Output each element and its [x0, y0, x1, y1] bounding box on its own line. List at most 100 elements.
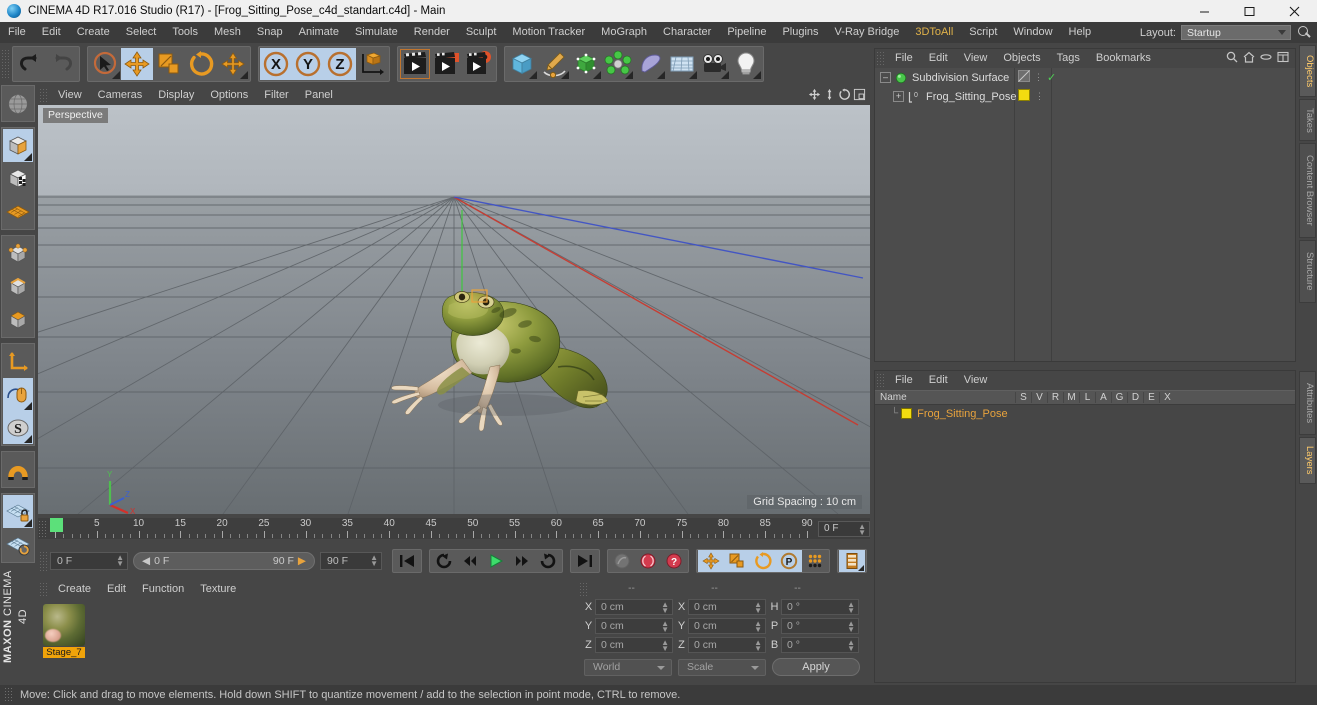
render-view-button[interactable] — [399, 48, 431, 80]
next-key-button[interactable] — [535, 550, 561, 572]
step-back-button[interactable] — [457, 550, 483, 572]
move-alt-tool-button[interactable] — [217, 48, 249, 80]
cube-primitive-button[interactable] — [506, 48, 538, 80]
menu-motion-tracker[interactable]: Motion Tracker — [504, 22, 593, 43]
go-to-end-button[interactable] — [572, 550, 598, 572]
render-settings-button[interactable] — [463, 48, 495, 80]
layout-dropdown[interactable]: Startup — [1181, 25, 1291, 40]
menu-character[interactable]: Character — [655, 22, 719, 43]
viewport-menu-cameras[interactable]: Cameras — [90, 86, 151, 105]
range-right-arrow-icon[interactable]: ▶ — [298, 555, 306, 567]
menu-edit[interactable]: Edit — [34, 22, 69, 43]
object-row-frog-sitting-pose[interactable]: + 0 Frog_Sitting_Pose ⋮ — [875, 87, 1295, 106]
menu-mograph[interactable]: MoGraph — [593, 22, 655, 43]
model-mode-button[interactable] — [3, 129, 33, 162]
viewport-menu-view[interactable]: View — [50, 86, 90, 105]
menu-vray-bridge[interactable]: V-Ray Bridge — [827, 22, 908, 43]
rotation-h-field[interactable]: 0 ° ▲ ▼ — [781, 598, 859, 615]
toolbar-grip[interactable] — [1, 49, 10, 79]
display-tag-icon[interactable] — [1018, 70, 1030, 85]
coordinate-system-dropdown[interactable]: World — [584, 658, 672, 676]
points-mode-button[interactable] — [3, 237, 33, 270]
menu-plugins[interactable]: Plugins — [774, 22, 826, 43]
spinner-icon[interactable]: ▲ ▼ — [754, 619, 762, 633]
material-item[interactable]: Stage_7 — [43, 604, 85, 658]
axis-modify-button[interactable] — [3, 345, 33, 378]
size-x-field[interactable]: 0 cm ▲ ▼ — [688, 598, 766, 615]
spinner-icon[interactable]: ▲ ▼ — [370, 554, 378, 568]
new-layout-icon[interactable] — [1277, 51, 1289, 66]
close-button[interactable] — [1272, 0, 1317, 22]
playback-end-frame-field[interactable]: 90 F ▲ ▼ — [320, 552, 382, 570]
spinner-icon[interactable]: ▲ ▼ — [661, 600, 669, 614]
timeline-playhead[interactable] — [50, 518, 63, 532]
menu-3dtoall[interactable]: 3DToAll — [907, 22, 961, 43]
array-generator-button[interactable] — [602, 48, 634, 80]
step-forward-button[interactable] — [509, 550, 535, 572]
size-y-field[interactable]: 0 cm ▲ ▼ — [688, 617, 766, 634]
object-menu-file[interactable]: File — [887, 48, 921, 69]
menu-script[interactable]: Script — [961, 22, 1005, 43]
material-menu-texture[interactable]: Texture — [192, 580, 244, 598]
viewport-grip[interactable] — [39, 87, 48, 104]
spinner-icon[interactable]: ▲ ▼ — [847, 600, 855, 614]
menu-create[interactable]: Create — [69, 22, 118, 43]
scale-key-button[interactable] — [724, 550, 750, 572]
material-manager-grip[interactable] — [39, 581, 48, 597]
coordinate-mode-dropdown[interactable]: Scale — [678, 658, 766, 676]
y-axis-button[interactable]: Y — [292, 48, 324, 80]
viewport-menu-options[interactable]: Options — [202, 86, 256, 105]
playback-current-frame-field[interactable]: 0 F ▲ ▼ — [50, 552, 128, 570]
tab-takes[interactable]: Takes — [1299, 99, 1316, 141]
timeline-grip[interactable] — [38, 519, 46, 538]
spinner-icon[interactable]: ▲ ▼ — [847, 638, 855, 652]
object-menu-bookmarks[interactable]: Bookmarks — [1088, 48, 1159, 69]
maximize-button[interactable] — [1227, 0, 1272, 22]
workplane-mode-button[interactable] — [3, 195, 33, 228]
object-row-subdivision-surface[interactable]: – Subdivision Surface ⋮ ✓ — [875, 68, 1295, 87]
soft-selection-button[interactable]: S — [3, 411, 33, 444]
world-object-axis-button[interactable] — [356, 48, 388, 80]
status-bar-grip[interactable] — [4, 687, 14, 703]
layer-row[interactable]: └ Frog_Sitting_Pose — [875, 405, 1295, 422]
rotation-key-button[interactable] — [750, 550, 776, 572]
menu-simulate[interactable]: Simulate — [347, 22, 406, 43]
rotation-p-field[interactable]: 0 ° ▲ ▼ — [781, 617, 859, 634]
edges-mode-button[interactable] — [3, 270, 33, 303]
tab-layers[interactable]: Layers — [1299, 437, 1316, 484]
record-active-objects-button[interactable] — [609, 550, 635, 572]
layer-menu-file[interactable]: File — [887, 370, 921, 391]
layer-menu-view[interactable]: View — [956, 370, 996, 391]
tab-content-browser[interactable]: Content Browser — [1299, 143, 1316, 238]
viewport-menu-display[interactable]: Display — [150, 86, 202, 105]
object-menu-edit[interactable]: Edit — [921, 48, 956, 69]
expand-toggle-icon[interactable]: + — [893, 91, 904, 102]
position-z-field[interactable]: 0 cm ▲ ▼ — [595, 636, 673, 653]
home-icon[interactable] — [1243, 51, 1255, 66]
undo-button[interactable] — [14, 48, 46, 80]
menu-snap[interactable]: Snap — [249, 22, 291, 43]
playback-range-slider[interactable]: ◀ 0 F 90 F ▶ — [133, 552, 315, 570]
spinner-icon[interactable]: ▲ ▼ — [754, 638, 762, 652]
timeline-layers-button[interactable] — [839, 550, 865, 572]
link-icon[interactable] — [1260, 51, 1272, 66]
x-axis-button[interactable]: X — [260, 48, 292, 80]
previous-key-button[interactable] — [431, 550, 457, 572]
undo-view-globe-button[interactable] — [3, 87, 33, 120]
playbar-grip[interactable] — [39, 551, 48, 571]
camera-button[interactable] — [698, 48, 730, 80]
play-button[interactable] — [483, 550, 509, 572]
pla-key-button[interactable] — [802, 550, 828, 572]
go-to-start-button[interactable] — [394, 550, 420, 572]
polygons-mode-button[interactable] — [3, 303, 33, 336]
menu-tools[interactable]: Tools — [164, 22, 206, 43]
dots-icon[interactable]: ⋮ — [1034, 73, 1043, 82]
menu-help[interactable]: Help — [1061, 22, 1100, 43]
move-tool-button[interactable] — [121, 48, 153, 80]
layer-menu-edit[interactable]: Edit — [921, 370, 956, 391]
floor-environment-button[interactable] — [666, 48, 698, 80]
menu-select[interactable]: Select — [118, 22, 165, 43]
expand-toggle-icon[interactable]: – — [880, 72, 891, 83]
timeline-ruler[interactable]: 051015202530354045505560657075808590 — [47, 518, 814, 539]
viewport-canvas[interactable]: Y X Z Perspective Grid Spacing : 10 cm — [38, 105, 870, 514]
